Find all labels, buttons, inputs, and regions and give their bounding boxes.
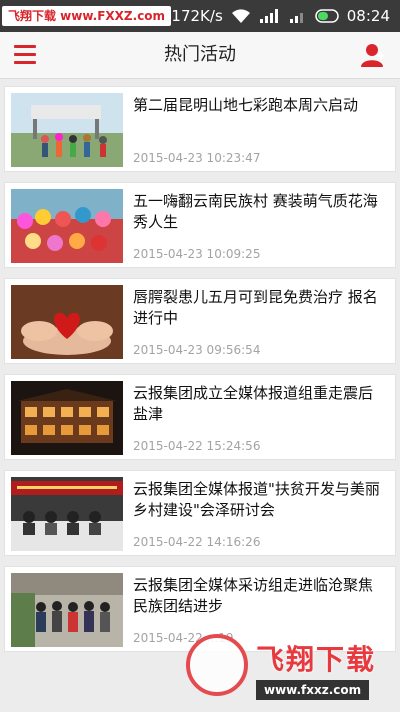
article-card[interactable]: 唇腭裂患儿五月可到昆免费治疗 报名进行中 2015-04-23 09:56:54 (4, 278, 396, 364)
watermark-logo: 飞翔下载 www.fxxz.com (186, 632, 396, 708)
article-card[interactable]: 五一嗨翻云南民族村 赛装萌气质花海秀人生 2015-04-23 10:09:25 (4, 182, 396, 268)
battery-icon (315, 9, 339, 23)
signal-icon-2 (289, 8, 307, 24)
status-bar: 飞翔下载 www.FXXZ.com 172K/s 08:24 (0, 0, 400, 32)
article-title: 五一嗨翻云南民族村 赛装萌气质花海秀人生 (133, 192, 378, 231)
article-title: 云报集团全媒体采访组走进临沧聚焦民族团结进步 (133, 576, 374, 615)
article-thumbnail (11, 189, 123, 263)
article-time: 2015-04-23 10:23:47 (133, 151, 261, 165)
watermark-url: www.fxxz.com (256, 680, 370, 700)
article-title: 云报集团全媒体报道"扶贫开发与美丽乡村建设"会泽研讨会 (133, 480, 380, 519)
article-card[interactable]: 云报集团全媒体报道"扶贫开发与美丽乡村建设"会泽研讨会 2015-04-22 1… (4, 470, 396, 556)
page-title: 热门活动 (164, 44, 236, 65)
signal-icon (259, 8, 281, 24)
wifi-icon (231, 8, 251, 24)
article-title: 第二届昆明山地七彩跑本周六启动 (133, 96, 359, 114)
article-time: 2015-04-22 15:24:56 (133, 439, 261, 453)
article-time: 2015-04-22 14:16:26 (133, 535, 261, 549)
article-thumbnail (11, 573, 123, 647)
watermark-badge: 飞翔下载 www.FXXZ.com (2, 6, 172, 26)
status-icons: 172K/s 08:24 (171, 0, 390, 32)
clock: 08:24 (346, 7, 390, 25)
article-time: 2015-04-23 10:09:25 (133, 247, 261, 261)
watermark-circle-icon (186, 634, 248, 696)
article-card[interactable]: 云报集团成立全媒体报道组重走震后盐津 2015-04-22 15:24:56 (4, 374, 396, 460)
article-title: 云报集团成立全媒体报道组重走震后盐津 (133, 384, 374, 423)
article-thumbnail (11, 93, 123, 167)
article-thumbnail (11, 285, 123, 359)
network-speed: 172K/s (171, 7, 223, 25)
app-header: 热门活动 (0, 32, 400, 79)
article-thumbnail (11, 381, 123, 455)
article-time: 2015-04-23 09:56:54 (133, 343, 261, 357)
watermark-text: 飞翔下载 (256, 643, 377, 676)
user-add-icon[interactable] (360, 42, 386, 68)
article-card[interactable]: 第二届昆明山地七彩跑本周六启动 2015-04-23 10:23:47 (4, 86, 396, 172)
article-thumbnail (11, 477, 123, 551)
article-title: 唇腭裂患儿五月可到昆免费治疗 报名进行中 (133, 288, 378, 327)
